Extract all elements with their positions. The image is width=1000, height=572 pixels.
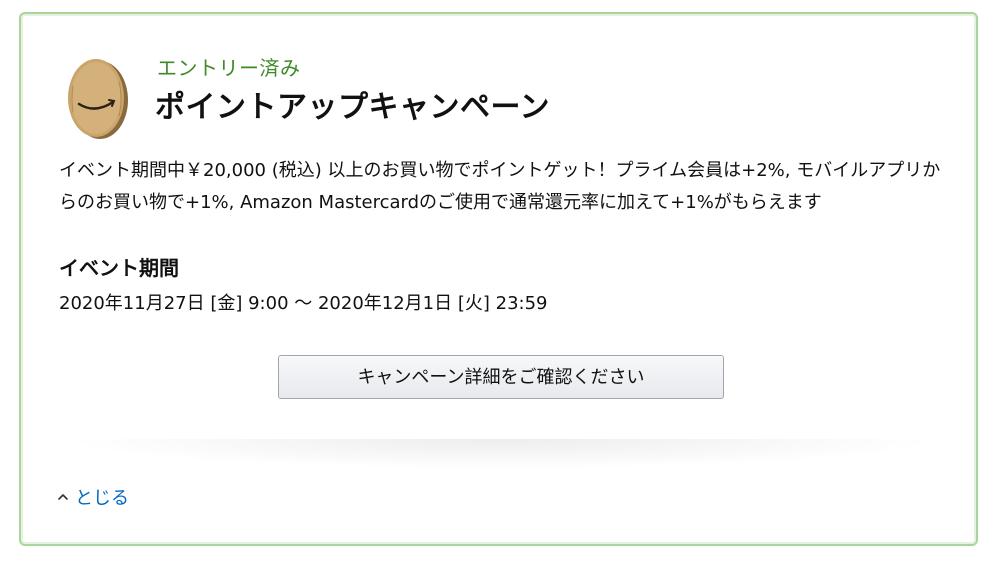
entry-status-label: エントリー済み [157,56,301,80]
close-link[interactable]: とじる [57,484,129,510]
campaign-description: イベント期間中￥20,000 (税込) 以上のお買い物でポイントゲット！プライム… [59,160,941,213]
amazon-box-coin-icon [68,59,128,139]
campaign-title: ポイントアップキャンペーン [155,90,550,125]
chevron-up-icon [58,494,68,500]
event-period-heading: イベント期間 [59,256,179,280]
event-period-value: 2020年11月27日 [金] 9:00 〜 2020年12月1日 [火] 23… [59,293,548,314]
section-divider [61,439,941,469]
campaign-card: エントリー済み ポイントアップキャンペーン イベント期間中￥20,000 (税込… [19,12,978,546]
campaign-details-button[interactable]: キャンペーン詳細をご確認ください [278,355,724,399]
close-link-label: とじる [75,488,129,509]
